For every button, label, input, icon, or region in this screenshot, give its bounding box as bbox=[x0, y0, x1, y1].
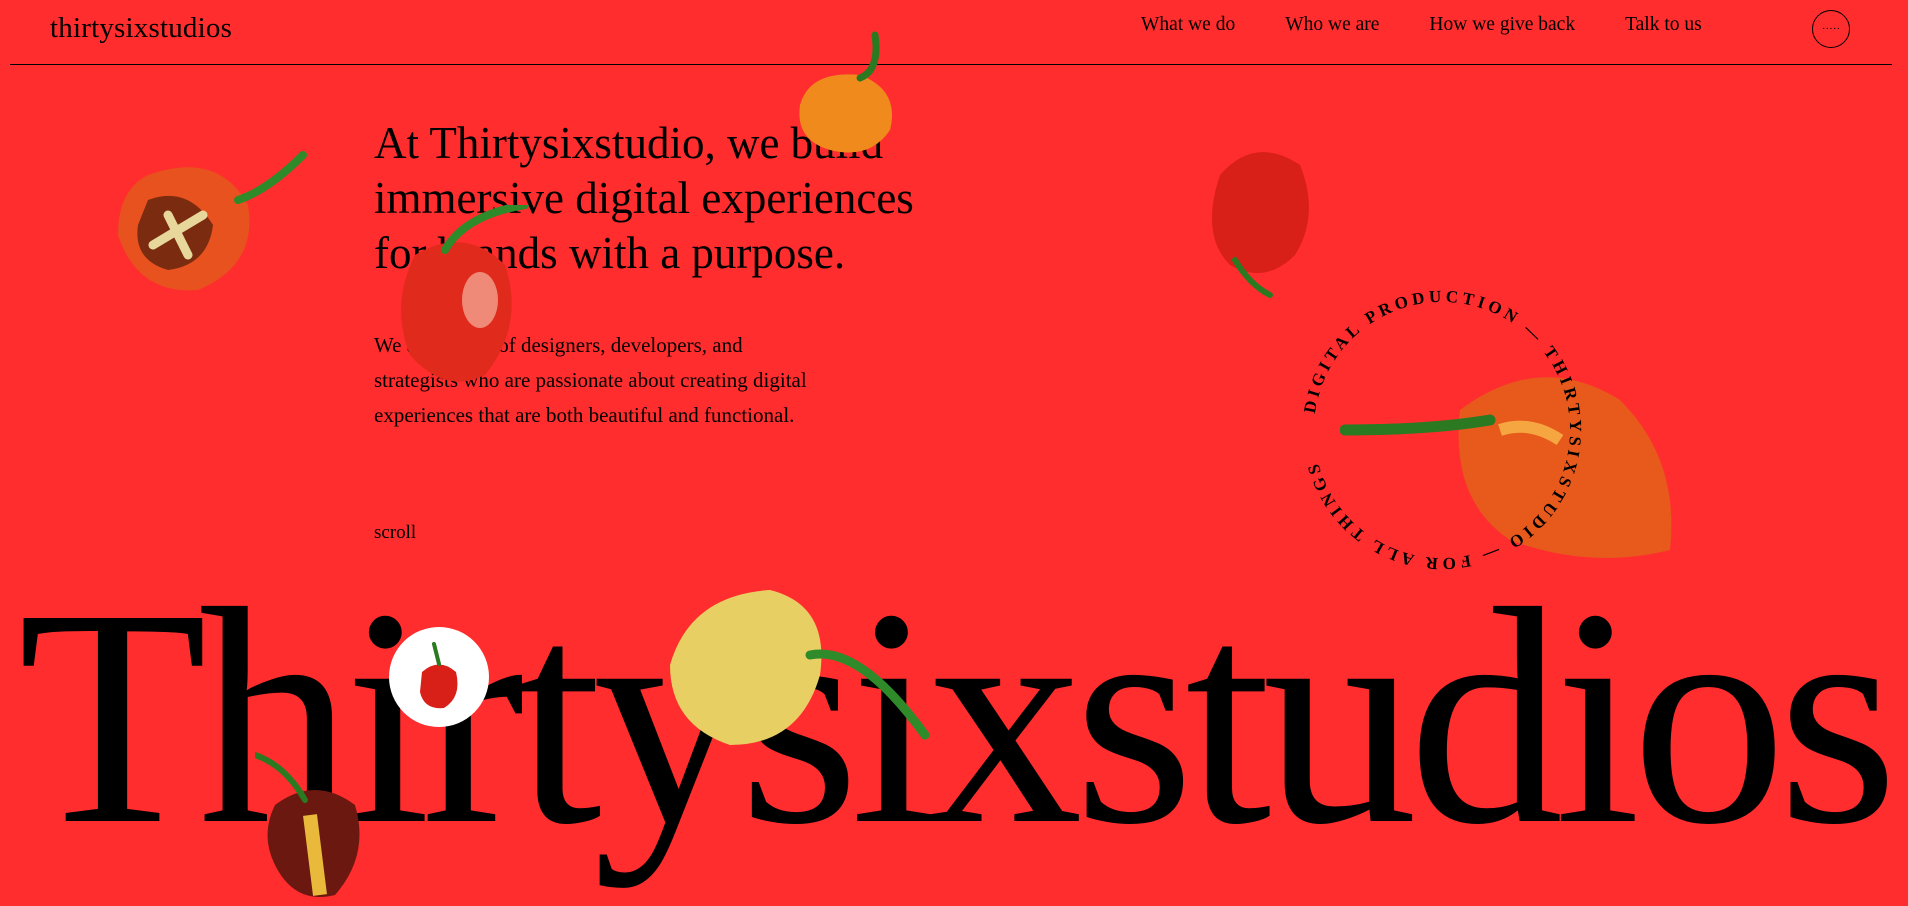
pepper-illustration bbox=[670, 590, 930, 745]
pepper-illustration bbox=[118, 151, 307, 291]
nav-talk-to-us[interactable]: Talk to us bbox=[1625, 14, 1702, 36]
site-logo[interactable]: thirtysixstudios bbox=[50, 12, 232, 45]
pepper-illustration bbox=[401, 205, 529, 382]
header-divider bbox=[10, 64, 1892, 65]
rotating-badge: DIGITAL PRODUCTION — THIRTYSIXSTUDIO — F… bbox=[1300, 287, 1585, 573]
badge-text: DIGITAL PRODUCTION — THIRTYSIXSTUDIO — F… bbox=[1300, 287, 1585, 573]
main-nav: What we do Who we are How we give back T… bbox=[1141, 14, 1702, 36]
cursor-bubble bbox=[389, 627, 489, 727]
pepper-illustration bbox=[420, 642, 458, 709]
nav-who-we-are[interactable]: Who we are bbox=[1285, 14, 1379, 36]
pepper-illustration bbox=[799, 31, 892, 153]
nav-what-we-do[interactable]: What we do bbox=[1141, 14, 1235, 36]
pepper-illustration bbox=[255, 752, 360, 897]
menu-button[interactable]: ····· bbox=[1812, 10, 1850, 48]
menu-dots-icon: ····· bbox=[1821, 23, 1841, 35]
scroll-indicator[interactable]: scroll bbox=[374, 522, 416, 544]
nav-how-we-give-back[interactable]: How we give back bbox=[1429, 14, 1575, 36]
